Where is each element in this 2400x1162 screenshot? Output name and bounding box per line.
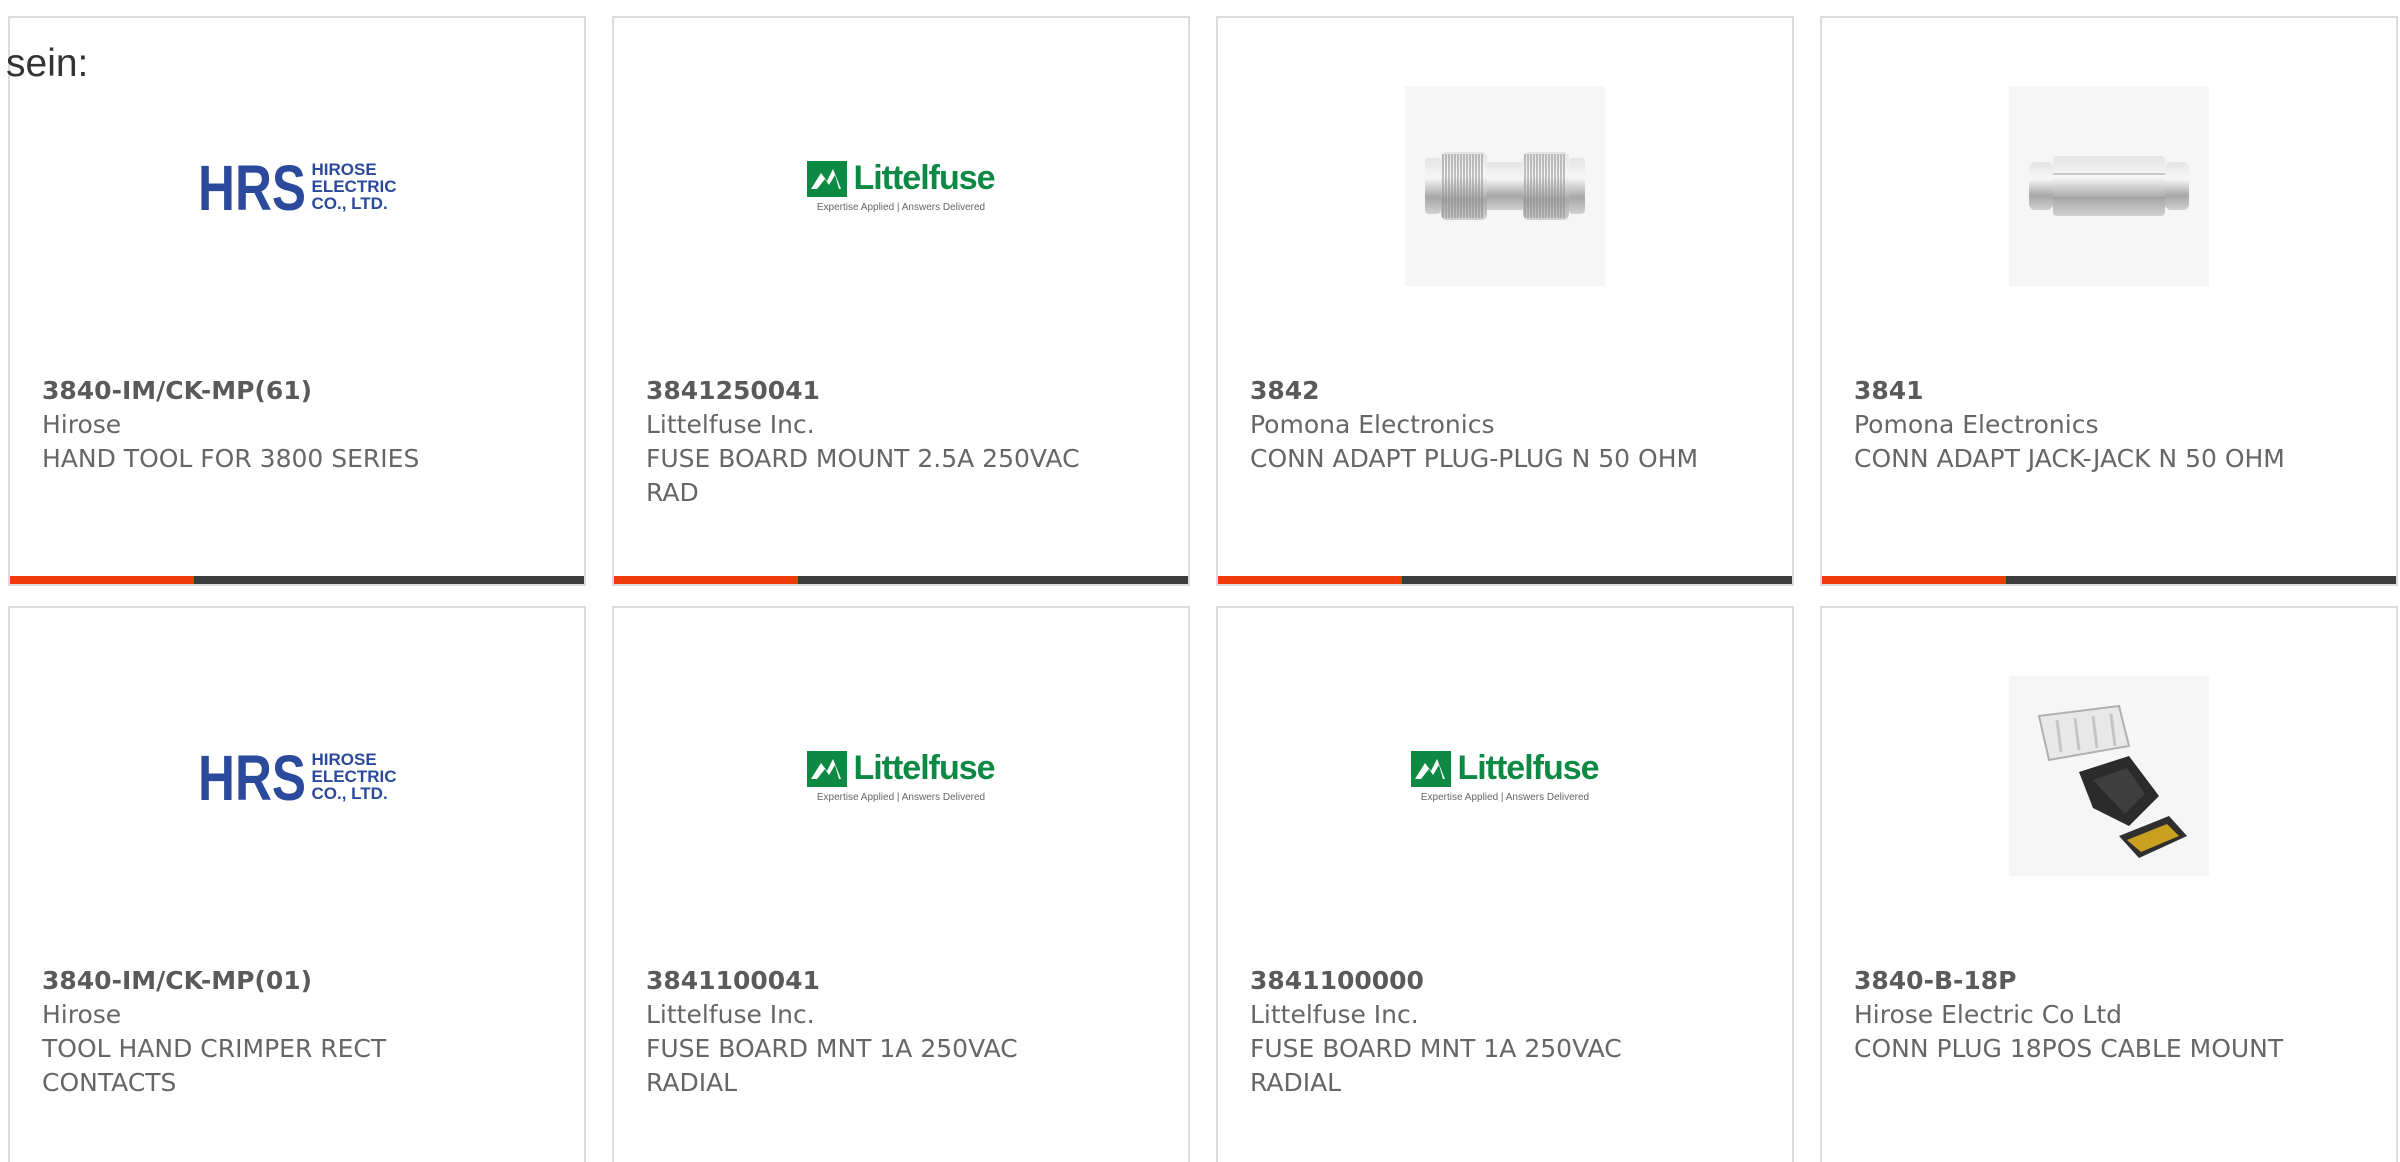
product-description: CONN ADAPT PLUG-PLUG N 50 OHM — [1250, 444, 1699, 473]
product-image[interactable] — [1218, 82, 1792, 290]
product-image[interactable]: Littelfuse Expertise Applied | Answers De… — [614, 672, 1188, 880]
product-card[interactable]: Littelfuse Expertise Applied | Answers De… — [1216, 606, 1794, 1162]
card-bottom-bar — [1218, 576, 1792, 584]
product-card[interactable]: Littelfuse Expertise Applied | Answers De… — [612, 606, 1190, 1162]
product-description: FUSE BOARD MOUNT 2.5A 250VAC RAD — [646, 444, 1080, 507]
product-info: 3841100041 Littelfuse Inc. FUSE BOARD MN… — [646, 964, 1106, 1100]
part-number[interactable]: 3841100041 — [646, 964, 1106, 998]
littelfuse-mark-icon — [807, 750, 848, 787]
littelfuse-tagline: Expertise Applied | Answers Delivered — [816, 202, 986, 213]
product-description: HAND TOOL FOR 3800 SERIES — [42, 444, 420, 473]
product-card[interactable]: HRS HIROSE ELECTRIC CO., LTD. 3840-IM/CK-MP… — [8, 606, 586, 1162]
product-info: 3840-IM/CK-MP(01) Hirose TOOL HAND CRIMP… — [42, 964, 502, 1100]
product-description: CONN PLUG 18POS CABLE MOUNT — [1854, 1034, 2284, 1063]
manufacturer: Hirose — [42, 410, 122, 439]
product-info: 3840-B-18P Hirose Electric Co Ltd CONN P… — [1854, 964, 2314, 1066]
card-accent-bar — [10, 576, 194, 584]
littelfuse-mark-icon — [807, 160, 848, 197]
card-bottom-bar — [10, 576, 584, 584]
product-info: 3841100000 Littelfuse Inc. FUSE BOARD MN… — [1250, 964, 1710, 1100]
littelfuse-logo: Littelfuse Expertise Applied | Answers De… — [807, 749, 996, 803]
card-accent-bar — [1822, 576, 2006, 584]
hirose-logo-text: HIROSE ELECTRIC CO., LTD. — [311, 159, 397, 213]
littelfuse-tagline: Expertise Applied | Answers Delivered — [1420, 792, 1590, 803]
product-card[interactable]: 3842 Pomona Electronics CONN ADAPT PLUG-… — [1216, 16, 1794, 586]
manufacturer: Hirose — [42, 1000, 122, 1029]
product-description: TOOL HAND CRIMPER RECT CONTACTS — [42, 1034, 387, 1097]
svg-text:HRS: HRS — [198, 746, 306, 806]
littelfuse-mark-icon — [1411, 750, 1452, 787]
manufacturer: Pomona Electronics — [1250, 410, 1495, 439]
card-accent-bar — [614, 576, 798, 584]
littelfuse-wordmark: Littelfuse — [853, 159, 995, 197]
product-description: CONN ADAPT JACK-JACK N 50 OHM — [1854, 444, 2285, 473]
product-info: 3840-IM/CK-MP(61) Hirose HAND TOOL FOR 3… — [42, 374, 502, 476]
part-number[interactable]: 3841 — [1854, 374, 2314, 408]
product-card[interactable]: 3841 Pomona Electronics CONN ADAPT JACK-… — [1820, 16, 2398, 586]
card-accent-bar — [1218, 576, 1402, 584]
card-bottom-bar — [614, 576, 1188, 584]
hirose-logo: HRS HIROSE ELECTRIC CO., LTD. — [198, 746, 397, 806]
littelfuse-wordmark: Littelfuse — [1457, 749, 1599, 787]
jack-jack-adapter-photo — [2009, 86, 2209, 286]
product-image[interactable] — [1822, 672, 2396, 880]
littelfuse-tagline: Expertise Applied | Answers Delivered — [816, 792, 986, 803]
littelfuse-logo: Littelfuse Expertise Applied | Answers De… — [807, 159, 996, 213]
product-card[interactable]: Littelfuse Expertise Applied | Answers De… — [612, 16, 1190, 586]
cable-plug-connector-photo — [2009, 676, 2209, 876]
product-image[interactable] — [1822, 82, 2396, 290]
plug-plug-adapter-photo — [1405, 86, 1605, 286]
part-number[interactable]: 3842 — [1250, 374, 1710, 408]
hirose-logo: HRS HIROSE ELECTRIC CO., LTD. — [198, 156, 397, 216]
manufacturer: Littelfuse Inc. — [646, 1000, 815, 1029]
manufacturer: Littelfuse Inc. — [1250, 1000, 1419, 1029]
product-image[interactable]: HRS HIROSE ELECTRIC CO., LTD. — [10, 82, 584, 290]
product-description: FUSE BOARD MNT 1A 250VAC RADIAL — [1250, 1034, 1622, 1097]
part-number[interactable]: 3841250041 — [646, 374, 1106, 408]
manufacturer: Hirose Electric Co Ltd — [1854, 1000, 2123, 1029]
product-grid-page: sein: HRS HIROSE ELECTRIC CO., LTD. 3840-IM… — [0, 0, 2400, 1162]
littelfuse-logo: Littelfuse Expertise Applied | Answers De… — [1411, 749, 1600, 803]
product-description: FUSE BOARD MNT 1A 250VAC RADIAL — [646, 1034, 1018, 1097]
product-info: 3841 Pomona Electronics CONN ADAPT JACK-… — [1854, 374, 2314, 476]
product-info: 3842 Pomona Electronics CONN ADAPT PLUG-… — [1250, 374, 1710, 476]
part-number[interactable]: 3841100000 — [1250, 964, 1710, 998]
manufacturer: Pomona Electronics — [1854, 410, 2099, 439]
svg-text:HRS: HRS — [198, 156, 306, 216]
part-number[interactable]: 3840-IM/CK-MP(01) — [42, 964, 502, 998]
product-image[interactable]: HRS HIROSE ELECTRIC CO., LTD. — [10, 672, 584, 880]
hirose-logo-text: HIROSE ELECTRIC CO., LTD. — [311, 749, 397, 803]
product-card[interactable]: HRS HIROSE ELECTRIC CO., LTD. 3840-IM/CK-MP… — [8, 16, 586, 586]
part-number[interactable]: 3840-IM/CK-MP(61) — [42, 374, 502, 408]
part-number[interactable]: 3840-B-18P — [1854, 964, 2314, 998]
product-card[interactable]: 3840-B-18P Hirose Electric Co Ltd CONN P… — [1820, 606, 2398, 1162]
card-bottom-bar — [1822, 576, 2396, 584]
manufacturer: Littelfuse Inc. — [646, 410, 815, 439]
littelfuse-wordmark: Littelfuse — [853, 749, 995, 787]
product-image[interactable]: Littelfuse Expertise Applied | Answers De… — [614, 82, 1188, 290]
intro-text: sein: — [6, 42, 89, 85]
product-image[interactable]: Littelfuse Expertise Applied | Answers De… — [1218, 672, 1792, 880]
product-info: 3841250041 Littelfuse Inc. FUSE BOARD MO… — [646, 374, 1106, 510]
